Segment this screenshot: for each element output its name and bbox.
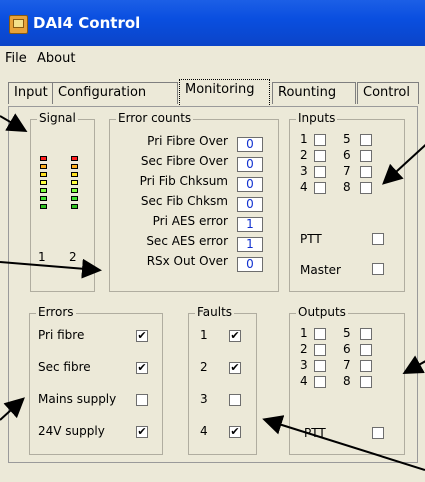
- arrow-to-errors: [0, 397, 25, 421]
- arrow-to-signal: [0, 113, 28, 133]
- annotation-arrows: [0, 113, 425, 471]
- arrow-to-rsx-out-over: [0, 258, 102, 279]
- app-window: DAI4 Control File About Input Configurat…: [0, 0, 425, 482]
- arrow-to-inputs: [382, 143, 425, 185]
- arrow-to-outputs: [402, 355, 425, 374]
- arrow-to-faults: [262, 415, 425, 471]
